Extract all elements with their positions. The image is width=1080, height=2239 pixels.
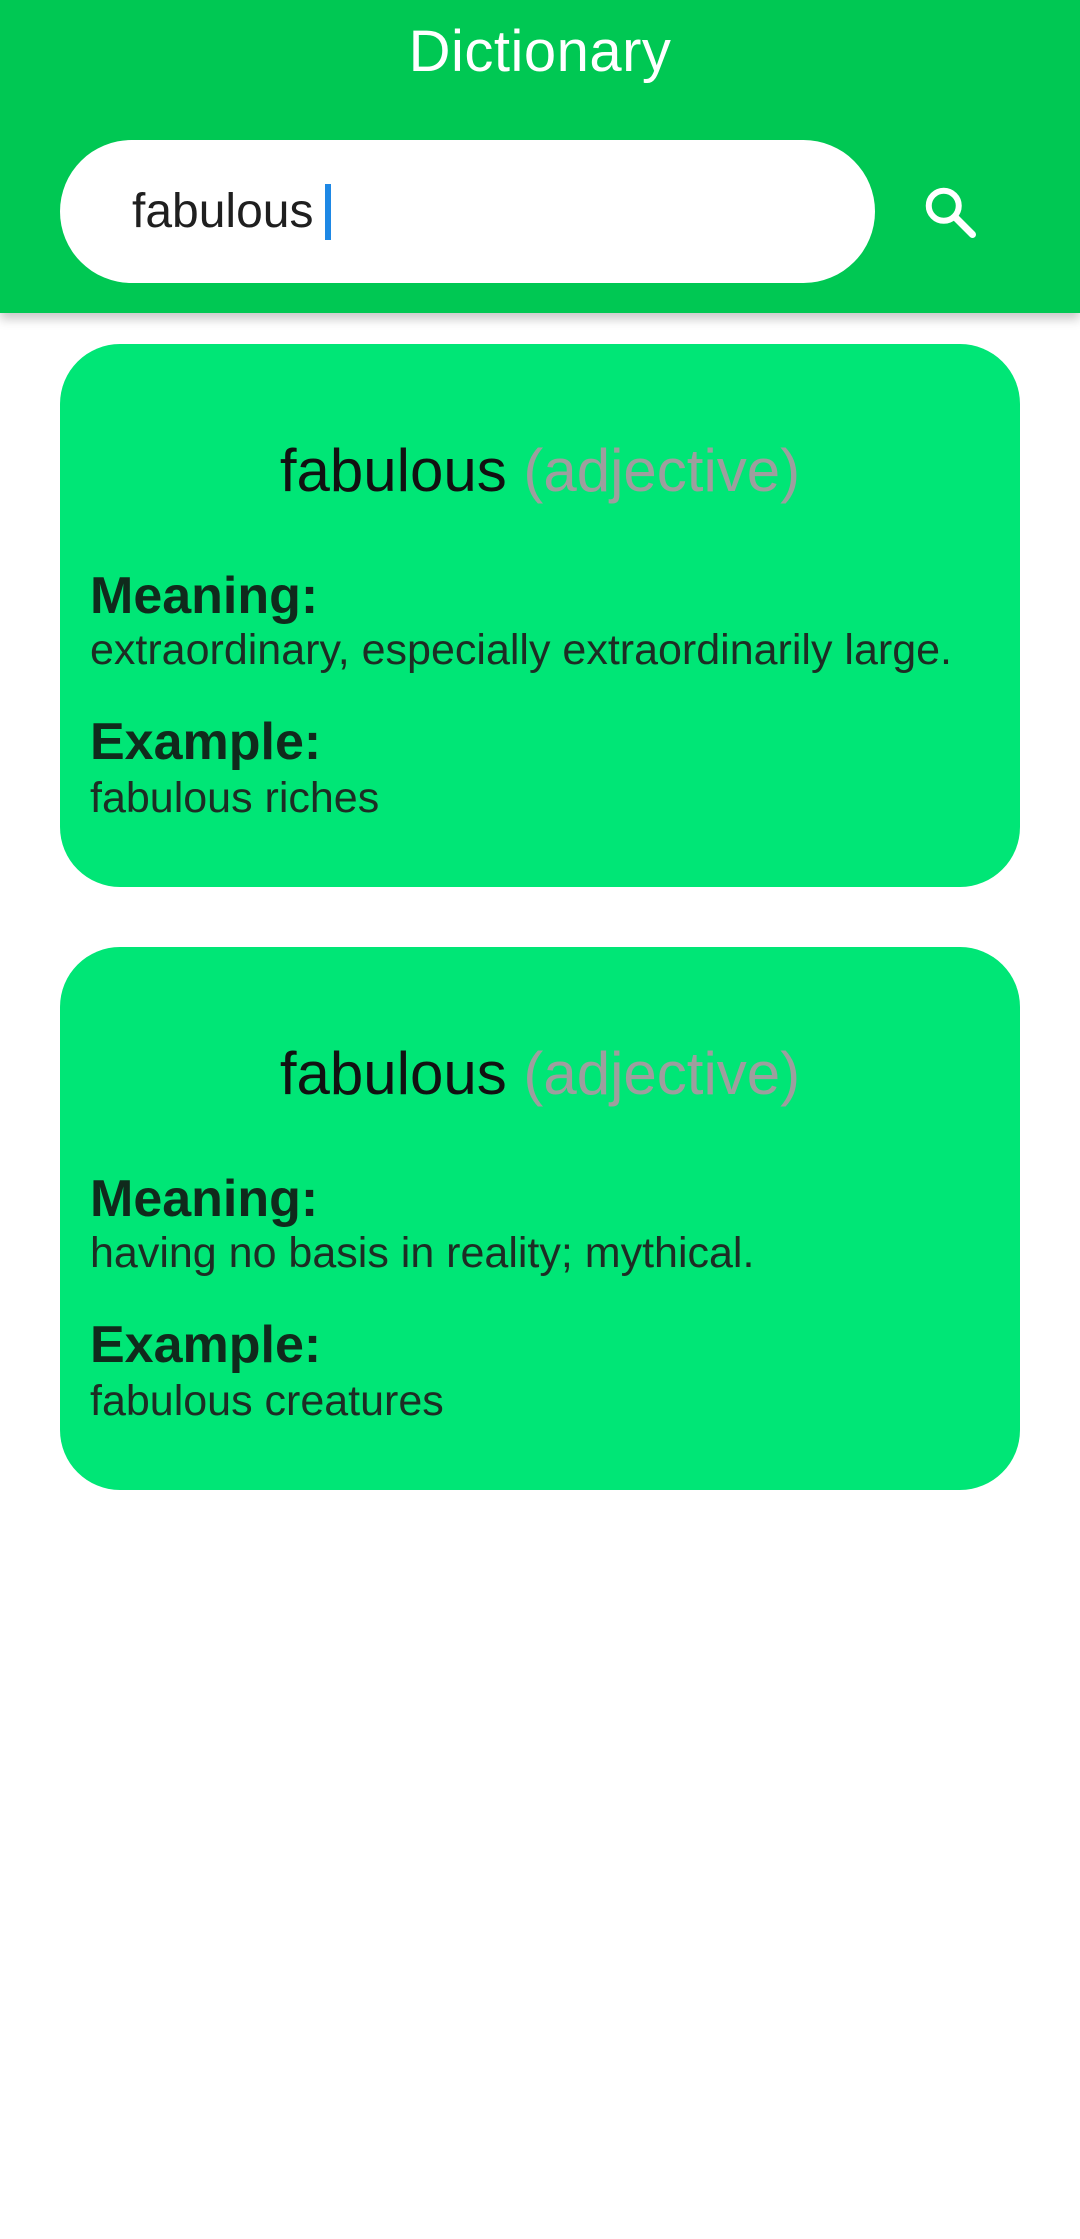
definition-card: fabulous (adjective) Meaning: extraordin… [60, 344, 1020, 887]
example-label: Example: [90, 1316, 322, 1374]
example-text: fabulous riches [90, 774, 380, 822]
card-header: fabulous (adjective) [60, 1039, 1020, 1108]
definition-card: fabulous (adjective) Meaning: having no … [60, 947, 1020, 1490]
card-header: fabulous (adjective) [60, 436, 1020, 505]
search-input-value[interactable]: fabulous [132, 184, 313, 239]
example-label: Example: [90, 713, 322, 771]
word: fabulous [279, 437, 507, 504]
search-icon [925, 187, 976, 238]
part-of-speech: (adjective) [523, 1040, 801, 1107]
app-bar: Dictionary fabulous [0, 0, 1080, 313]
meaning-label: Meaning: [90, 567, 319, 625]
example-text: fabulous creatures [90, 1377, 444, 1425]
part-of-speech: (adjective) [523, 437, 801, 504]
meaning-text: extraordinary, especially extraordinaril… [90, 626, 952, 674]
search-button[interactable] [910, 172, 990, 252]
meaning-text: having no basis in reality; mythical. [90, 1229, 755, 1277]
meaning-label: Meaning: [90, 1170, 319, 1228]
app-title: Dictionary [408, 19, 672, 84]
word: fabulous [279, 1040, 507, 1107]
search-input[interactable]: fabulous [60, 140, 875, 283]
text-cursor [325, 183, 332, 240]
